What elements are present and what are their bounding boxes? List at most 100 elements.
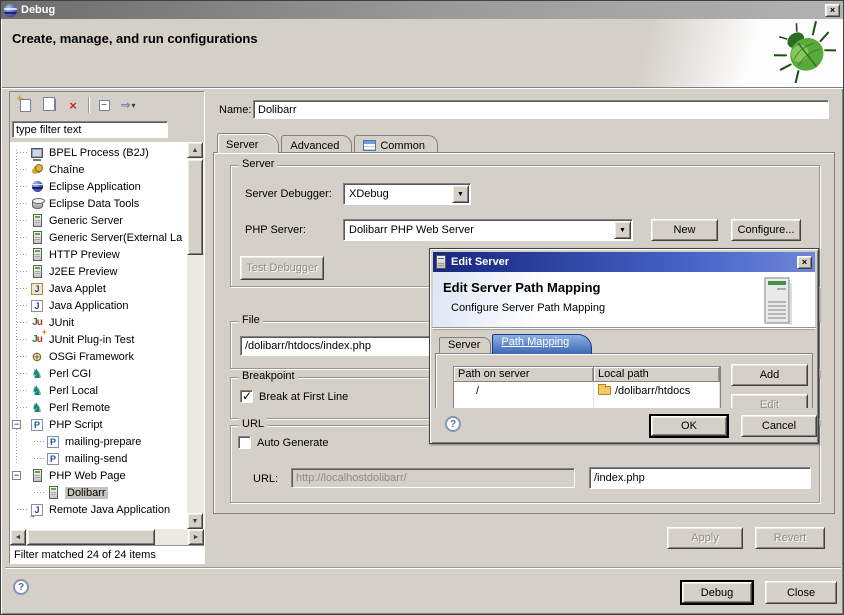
column-path-on-server[interactable]: Path on server [454, 367, 594, 382]
dialog-titlebar[interactable]: Edit Server × [433, 252, 815, 272]
collapse-expander[interactable]: − [12, 471, 21, 480]
tree-item-chaine[interactable]: Chaîne [10, 161, 187, 178]
perl-camel-icon: ♞ [30, 367, 44, 381]
tree-item-junit[interactable]: JuJUnit [10, 314, 187, 331]
column-local-path[interactable]: Local path [594, 367, 720, 382]
tree-item-remote-java-application[interactable]: JRemote Java Application [10, 501, 187, 518]
duplicate-icon [46, 99, 56, 111]
perl-camel-icon: ♞ [30, 401, 44, 415]
close-button[interactable]: Close [765, 581, 837, 604]
editor-tabs: Server Advanced Common [217, 133, 440, 153]
tree-vertical-scrollbar[interactable]: ▲ ▼ [187, 142, 204, 529]
table-row[interactable]: / /dolibarr/htdocs [454, 382, 720, 399]
junit-plugin-icon: Ju [30, 333, 44, 347]
table-icon [363, 140, 376, 151]
delete-button[interactable]: × [64, 96, 82, 114]
java-applet-icon: J [30, 282, 44, 296]
tree-item-mailing-send[interactable]: Pmailing-send [10, 450, 187, 467]
configure-button[interactable]: Configure... [731, 219, 801, 241]
url-group-legend: URL [239, 418, 267, 430]
scroll-left-icon[interactable]: ◄ [10, 529, 26, 545]
eclipse-icon [4, 4, 17, 17]
tree-item-http-preview[interactable]: HTTP Preview [10, 246, 187, 263]
tree-item-php-script[interactable]: −PPHP Script [10, 416, 187, 433]
tree-item-j2ee-preview[interactable]: J2EE Preview [10, 263, 187, 280]
new-server-button[interactable]: New [651, 219, 718, 241]
cell-local-path: /dolibarr/htdocs [594, 382, 720, 399]
tree-item-eclipse-application[interactable]: Eclipse Application [10, 178, 187, 195]
tree-item-java-applet[interactable]: JJava Applet [10, 280, 187, 297]
scroll-down-icon[interactable]: ▼ [187, 513, 203, 529]
dialog-title: Edit Server [451, 256, 797, 268]
break-first-line-checkbox[interactable] [240, 390, 253, 403]
delete-icon: × [69, 98, 77, 113]
php-server-select[interactable]: Dolibarr PHP Web Server ▼ [343, 219, 633, 241]
tree-item-perl-remote[interactable]: ♞Perl Remote [10, 399, 187, 416]
auto-generate-checkbox[interactable] [238, 436, 251, 449]
collapse-all-button[interactable]: − [95, 96, 113, 114]
auto-generate-option[interactable]: Auto Generate [238, 436, 329, 449]
new-configuration-button[interactable] [16, 96, 34, 114]
dialog-help-button[interactable]: ? [445, 416, 461, 432]
folder-icon [598, 386, 611, 395]
coins-icon [30, 163, 44, 177]
tree-item-bpel-process[interactable]: BPEL Process (B2J) [10, 144, 187, 161]
name-input[interactable] [253, 100, 829, 119]
collapse-all-icon: − [99, 100, 110, 111]
dialog-tabs: Server Path Mapping [439, 334, 593, 354]
tree-item-perl-cgi[interactable]: ♞Perl CGI [10, 365, 187, 382]
server-icon [30, 231, 44, 245]
server-group-legend: Server [239, 158, 277, 170]
dialog-body: Server Path Mapping Path on server Local… [433, 330, 815, 408]
break-first-line-label: Break at First Line [259, 391, 348, 403]
configurations-tree: BPEL Process (B2J) Chaîne Eclipse Applic… [10, 142, 204, 529]
test-debugger-button: Test Debugger [240, 256, 324, 280]
server-icon [436, 255, 446, 269]
tree-horizontal-scrollbar[interactable]: ◄ ► [10, 529, 204, 545]
scroll-right-icon[interactable]: ► [188, 529, 204, 545]
database-icon [30, 197, 44, 211]
debug-button[interactable]: Debug [680, 580, 754, 605]
footer-separator [5, 567, 841, 569]
tree-item-osgi-framework[interactable]: ⊕OSGi Framework [10, 348, 187, 365]
cancel-button[interactable]: Cancel [741, 415, 817, 437]
tree-item-generic-server-external[interactable]: Generic Server(External La [10, 229, 187, 246]
vertical-scroll-thumb[interactable] [187, 159, 203, 255]
dialog-close-button[interactable]: × [797, 256, 812, 269]
tab-server[interactable]: Server [217, 133, 279, 153]
url-path-input[interactable] [589, 467, 811, 489]
tree-item-eclipse-data-tools[interactable]: Eclipse Data Tools [10, 195, 187, 212]
revert-button: Revert [755, 527, 825, 549]
server-debugger-select[interactable]: XDebug ▼ [343, 183, 471, 205]
table-empty-row [454, 399, 720, 408]
tree-item-php-web-page[interactable]: −PHP Web Page [10, 467, 187, 484]
tree-item-java-application[interactable]: JJava Application [10, 297, 187, 314]
tree-item-perl-local[interactable]: ♞Perl Local [10, 382, 187, 399]
window-close-button[interactable]: × [825, 4, 840, 17]
dialog-tab-path-mapping[interactable]: Path Mapping [492, 334, 592, 354]
filter-input[interactable] [12, 121, 168, 138]
dialog-tab-server[interactable]: Server [439, 337, 491, 354]
bug-icon [774, 21, 836, 83]
scroll-up-icon[interactable]: ▲ [187, 142, 203, 158]
duplicate-button[interactable] [40, 96, 58, 114]
horizontal-scroll-thumb[interactable] [27, 529, 155, 545]
chevron-down-icon[interactable]: ▼ [452, 185, 469, 203]
tab-advanced[interactable]: Advanced [281, 135, 352, 153]
filter-options-button[interactable]: ⇒ ▾ [119, 96, 137, 114]
tab-common[interactable]: Common [354, 135, 438, 153]
url-label: URL: [253, 473, 278, 485]
tree-item-dolibarr[interactable]: Dolibarr [10, 484, 187, 501]
chevron-down-icon[interactable]: ▼ [614, 221, 631, 239]
window-titlebar[interactable]: Debug × [1, 1, 843, 19]
tree-item-generic-server[interactable]: Generic Server [10, 212, 187, 229]
collapse-expander[interactable]: − [12, 420, 21, 429]
tree-item-mailing-prepare[interactable]: Pmailing-prepare [10, 433, 187, 450]
bpel-process-icon [30, 146, 44, 160]
add-button[interactable]: Add [731, 364, 808, 386]
break-first-line-option[interactable]: Break at First Line [240, 390, 348, 403]
tree-item-junit-plugin-test[interactable]: JuJUnit Plug-in Test [10, 331, 187, 348]
server-debugger-label: Server Debugger: [245, 188, 332, 200]
help-button[interactable]: ? [13, 579, 29, 595]
ok-button[interactable]: OK [649, 414, 729, 438]
